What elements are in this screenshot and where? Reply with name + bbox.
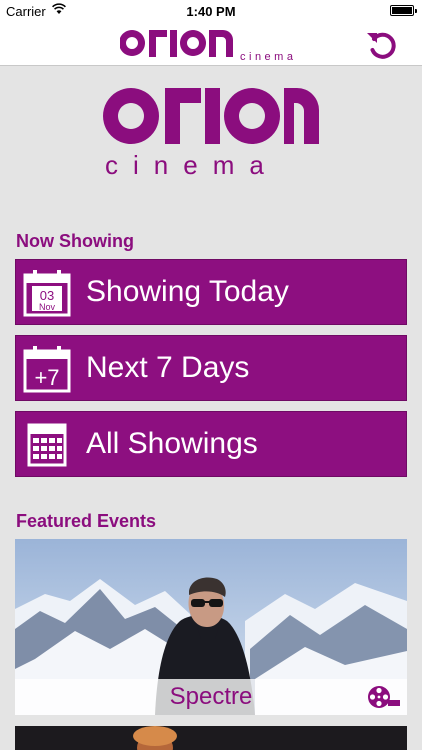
svg-text:Nov: Nov xyxy=(39,302,56,312)
featured-events-heading: Featured Events xyxy=(16,511,157,531)
event-title: Spectre xyxy=(169,683,253,710)
nav-bar: cinema xyxy=(0,22,422,66)
featured-event-card-next[interactable] xyxy=(15,726,407,750)
next-7-days-button[interactable]: +7 Next 7 Days xyxy=(15,335,407,401)
showing-today-label: Showing Today xyxy=(86,275,289,308)
orion-cinema-logo: cinema xyxy=(103,88,319,180)
svg-text:cinema: cinema xyxy=(105,150,279,180)
calendar-grid-icon xyxy=(27,423,67,467)
status-time: 1:40 PM xyxy=(186,4,236,19)
featured-event-card[interactable]: Spectre xyxy=(15,539,407,715)
all-showings-button[interactable]: All Showings xyxy=(15,411,407,477)
battery-icon xyxy=(390,5,417,16)
svg-text:03: 03 xyxy=(40,288,54,303)
status-bar: Carrier 1:40 PM xyxy=(0,0,422,22)
event-caption: Spectre xyxy=(15,679,407,715)
svg-text:+7: +7 xyxy=(34,365,59,390)
showing-today-button[interactable]: 03 Nov Showing Today xyxy=(15,259,407,325)
now-showing-heading: Now Showing xyxy=(16,231,134,251)
calendar-today-icon: 03 Nov xyxy=(23,270,71,317)
orion-cinema-logo-small: cinema xyxy=(120,30,296,63)
svg-text:cinema: cinema xyxy=(240,51,296,63)
film-reel-icon xyxy=(368,686,400,708)
all-showings-label: All Showings xyxy=(86,427,258,460)
calendar-plus7-icon: +7 xyxy=(23,346,71,393)
event-poster-image-next xyxy=(15,726,407,750)
next-7-days-label: Next 7 Days xyxy=(86,351,250,384)
refresh-icon[interactable] xyxy=(364,28,398,60)
